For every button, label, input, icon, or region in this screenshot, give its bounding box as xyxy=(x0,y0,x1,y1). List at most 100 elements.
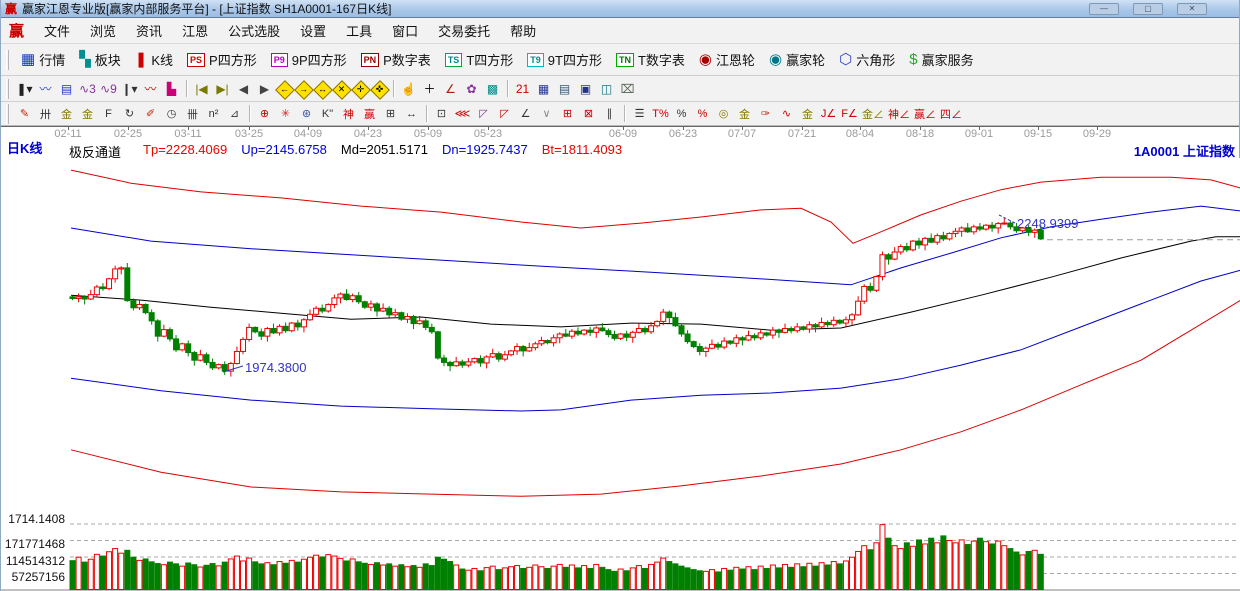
toolbar-grip[interactable] xyxy=(6,78,9,99)
prev-bar-button[interactable]: ◀ xyxy=(233,79,254,99)
j-angle-tool[interactable]: J∠ xyxy=(818,105,839,123)
f-angle-tool[interactable]: F∠ xyxy=(839,105,860,123)
sectors-button[interactable]: ▚ 板块 xyxy=(72,48,128,71)
fan-box-purple-tool[interactable]: ◸ xyxy=(473,105,494,123)
grid-123-tool[interactable]: ⊞ xyxy=(380,105,401,123)
k-marks-tool[interactable]: K" xyxy=(317,105,338,123)
minimize-button[interactable]: — xyxy=(1089,2,1119,15)
zoom-right-button[interactable]: → xyxy=(294,79,313,99)
gold-line-tool-2[interactable]: 金 xyxy=(797,105,818,123)
menu-item-帮助[interactable]: 帮助 xyxy=(500,18,546,43)
gold-angle-tool[interactable]: 金∠ xyxy=(860,105,886,123)
grid-red-tool-2[interactable]: ⊠ xyxy=(578,105,599,123)
crosshair-tool-button[interactable]: ＋ xyxy=(419,79,440,99)
candle-style-dropdown[interactable]: ❙▾ xyxy=(119,79,140,99)
next-bar-button[interactable]: ▶ xyxy=(254,79,275,99)
period-dropdown[interactable]: ❚▾ xyxy=(14,79,35,99)
zoom-horizontal-button[interactable]: ↔ xyxy=(313,79,332,99)
red-pattern-button[interactable]: 〰 xyxy=(140,79,161,99)
fib-tool[interactable]: F xyxy=(98,105,119,123)
maze-tool-button[interactable]: ▩ xyxy=(482,79,503,99)
menu-item-窗口[interactable]: 窗口 xyxy=(382,18,428,43)
comb-grid-tool[interactable]: 卅 xyxy=(35,105,56,123)
percent-line-tool[interactable]: % xyxy=(692,105,713,123)
n-square-tool[interactable]: n² xyxy=(203,105,224,123)
histogram-button[interactable]: ▙ xyxy=(161,79,182,99)
winner-service-button[interactable]: $ 赢家服务 xyxy=(902,48,980,71)
menu-item-浏览[interactable]: 浏览 xyxy=(80,18,126,43)
gann-crown-button[interactable]: ✿ xyxy=(461,79,482,99)
brush-tool[interactable]: ✎ xyxy=(14,105,35,123)
angle-measure-button[interactable]: ∠ xyxy=(440,79,461,99)
gold-split-tool-2[interactable]: 金 xyxy=(77,105,98,123)
angle-ruler-tool[interactable]: ⊿ xyxy=(224,105,245,123)
shen-angle-tool[interactable]: 神∠ xyxy=(886,105,912,123)
menu-item-文件[interactable]: 文件 xyxy=(34,18,80,43)
price-list-tool[interactable]: ☰ xyxy=(629,105,650,123)
percent-tool[interactable]: % xyxy=(671,105,692,123)
wave9-button[interactable]: ∿9 xyxy=(98,79,119,99)
shen-tool[interactable]: 神 xyxy=(338,105,359,123)
calculator-button[interactable]: ▦ xyxy=(533,79,554,99)
t-percent-tool[interactable]: T% xyxy=(650,105,671,123)
calendar-button[interactable]: 21 xyxy=(512,79,533,99)
ying-tool[interactable]: 赢 xyxy=(359,105,380,123)
maximize-button[interactable]: ▢ xyxy=(1133,2,1163,15)
computer-button[interactable]: ⌧ xyxy=(617,79,638,99)
grid-red-tool[interactable]: ⊞ xyxy=(557,105,578,123)
hand-tool-button[interactable]: ☝ xyxy=(398,79,419,99)
chart-area[interactable]: 1974.3800 2248.9399 1714.1408 171771468 114… xyxy=(1,158,1240,591)
form-tool-button[interactable]: ▤ xyxy=(56,79,77,99)
si-angle-tool[interactable]: 四∠ xyxy=(938,105,964,123)
menu-item-工具[interactable]: 工具 xyxy=(336,18,382,43)
t-square-button[interactable]: TS T四方形 xyxy=(438,48,520,71)
menu-item-设置[interactable]: 设置 xyxy=(290,18,336,43)
quotes-button[interactable]: ▦ 行情 xyxy=(14,48,72,71)
gann-box-tool[interactable]: ⊡ xyxy=(431,105,452,123)
gold-circle-tool[interactable]: ◎ xyxy=(713,105,734,123)
notes-button[interactable]: ▤ xyxy=(554,79,575,99)
parallel-lines-tool[interactable]: ∥ xyxy=(599,105,620,123)
zoom-in-button[interactable]: ✛ xyxy=(351,79,370,99)
gold-line-tool[interactable]: 金 xyxy=(734,105,755,123)
network-button[interactable]: ◫ xyxy=(596,79,617,99)
target-circle-tool[interactable]: ⊕ xyxy=(254,105,275,123)
toolbar-grip[interactable] xyxy=(6,49,9,70)
trend-angle-tool[interactable]: ∠ xyxy=(515,105,536,123)
hexagon-button[interactable]: ⬡ 六角形 xyxy=(832,48,902,71)
fan-box-red-tool[interactable]: ◸ xyxy=(494,105,515,123)
menu-item-交易委托[interactable]: 交易委托 xyxy=(428,18,500,43)
t-number-button[interactable]: TN T数字表 xyxy=(609,48,692,71)
comb-grid-tool-2[interactable]: 卌 xyxy=(182,105,203,123)
zoom-left-button[interactable]: ← xyxy=(275,79,294,99)
wave-band-tool[interactable]: ∿ xyxy=(776,105,797,123)
winner-wheel-button[interactable]: ◉ 赢家轮 xyxy=(762,48,832,71)
close-button[interactable]: ✕ xyxy=(1177,2,1207,15)
last-bar-button[interactable]: ▶| xyxy=(212,79,233,99)
zigzag-tool[interactable]: ∨ xyxy=(536,105,557,123)
pattern-tool-button[interactable]: 〰 xyxy=(35,79,56,99)
spiral-tool[interactable]: ↻ xyxy=(119,105,140,123)
ying-angle-tool[interactable]: 赢∠ xyxy=(912,105,938,123)
gann-fan-tool[interactable]: ⋘ xyxy=(452,105,473,123)
p-square-button[interactable]: PS P四方形 xyxy=(180,48,264,71)
t9-square-button[interactable]: T9 9T四方形 xyxy=(520,48,609,71)
zoom-reset-button[interactable]: ✕ xyxy=(332,79,351,99)
candlestick-chart[interactable]: 1974.3800 2248.9399 xyxy=(1,158,1240,591)
p9-square-button[interactable]: P9 9P四方形 xyxy=(264,48,354,71)
gold-split-tool-1[interactable]: 金 xyxy=(56,105,77,123)
toolbar-grip[interactable] xyxy=(6,103,9,124)
star-web-tool[interactable]: ✳ xyxy=(275,105,296,123)
menu-item-资讯[interactable]: 资讯 xyxy=(126,18,172,43)
menu-item-公式选股[interactable]: 公式选股 xyxy=(218,18,290,43)
time-circle-tool[interactable]: ◷ xyxy=(161,105,182,123)
p-number-button[interactable]: PN P数字表 xyxy=(354,48,438,71)
gann-wheel-button[interactable]: ◉ 江恩轮 xyxy=(692,48,762,71)
save-button[interactable]: ▣ xyxy=(575,79,596,99)
ink-pen-tool[interactable]: ✑ xyxy=(755,105,776,123)
menu-item-江恩[interactable]: 江恩 xyxy=(172,18,218,43)
first-bar-button[interactable]: |◀ xyxy=(191,79,212,99)
marker-pen-tool[interactable]: ✐ xyxy=(140,105,161,123)
kline-button[interactable]: ❚ K线 xyxy=(128,48,180,71)
square-web-tool[interactable]: ⊛ xyxy=(296,105,317,123)
